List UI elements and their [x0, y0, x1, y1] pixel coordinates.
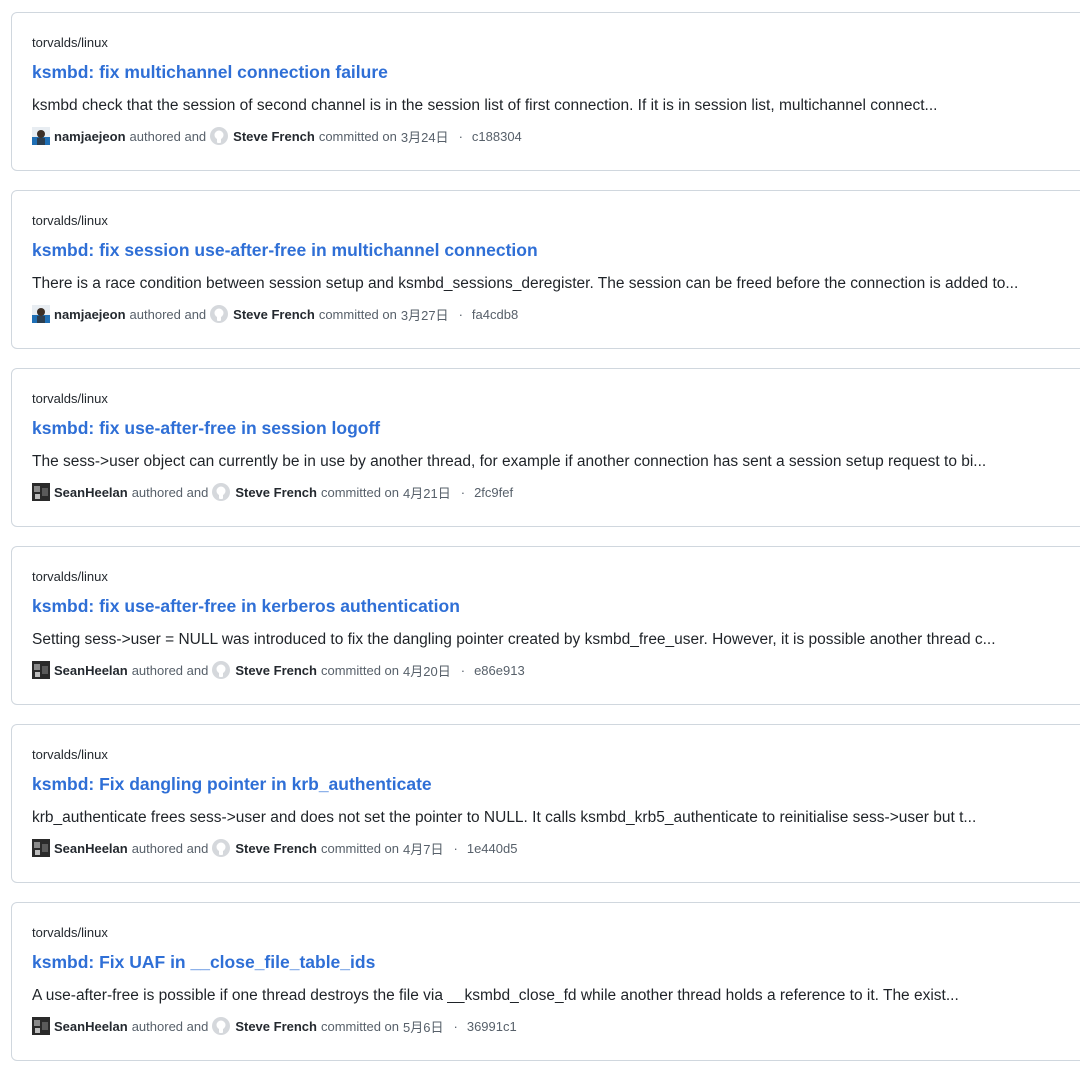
- author-link[interactable]: namjaejeon: [54, 307, 126, 322]
- committed-text: committed on: [318, 128, 397, 144]
- commit-meta: SeanHeelan authored and Steve French com…: [32, 839, 517, 857]
- commit-meta: namjaejeon authored and Steve French com…: [32, 127, 522, 145]
- commit-result-card: torvalds/linux ksmbd: Fix UAF in __close…: [11, 902, 1080, 1061]
- commit-message: krb_authenticate frees sess->user and do…: [32, 809, 977, 826]
- commit-message: ksmbd check that the session of second c…: [32, 97, 938, 114]
- repository-name[interactable]: torvalds/linux: [32, 391, 108, 406]
- separator-dot: ·: [458, 306, 463, 322]
- commit-title-link[interactable]: ksmbd: Fix UAF in __close_file_table_ids: [32, 952, 375, 973]
- commit-meta: SeanHeelan authored and Steve French com…: [32, 483, 513, 501]
- author-avatar-icon[interactable]: [32, 305, 50, 323]
- author-link[interactable]: SeanHeelan: [54, 485, 128, 500]
- commit-date: 3月24日: [400, 129, 449, 145]
- author-avatar-icon[interactable]: [32, 483, 50, 501]
- committer-avatar-icon[interactable]: [210, 127, 229, 145]
- authored-text: authored and: [131, 484, 209, 500]
- commit-result-card: torvalds/linux ksmbd: fix session use-af…: [11, 190, 1080, 349]
- committer-link[interactable]: Steve French: [235, 485, 317, 500]
- commit-meta: namjaejeon authored and Steve French com…: [32, 305, 518, 323]
- commit-title-link[interactable]: ksmbd: fix use-after-free in session log…: [32, 418, 380, 439]
- commit-date: 4月21日: [403, 485, 451, 501]
- repository-name[interactable]: torvalds/linux: [32, 747, 108, 762]
- author-link[interactable]: namjaejeon: [54, 129, 126, 144]
- author-link[interactable]: SeanHeelan: [54, 1019, 128, 1034]
- repository-name[interactable]: torvalds/linux: [32, 213, 108, 228]
- commit-sha-link[interactable]: e86e913: [474, 663, 525, 678]
- committer-avatar-icon[interactable]: [212, 661, 231, 679]
- committer-link[interactable]: Steve French: [235, 1019, 317, 1034]
- committer-link[interactable]: Steve French: [233, 129, 315, 144]
- authored-text: authored and: [129, 306, 207, 322]
- commit-sha-link[interactable]: 1e440d5: [467, 841, 518, 856]
- commit-title-link[interactable]: ksmbd: Fix dangling pointer in krb_authe…: [32, 774, 432, 795]
- commit-date: 4月7日: [403, 841, 444, 857]
- author-avatar-icon[interactable]: [32, 127, 50, 145]
- committed-text: committed on: [318, 306, 397, 322]
- commit-message: There is a race condition between sessio…: [32, 275, 1019, 292]
- commit-date: 3月27日: [400, 307, 449, 323]
- commit-result-card: torvalds/linux ksmbd: fix multichannel c…: [11, 12, 1080, 171]
- commit-search-results: torvalds/linux ksmbd: fix multichannel c…: [0, 0, 1080, 1073]
- committer-link[interactable]: Steve French: [235, 663, 317, 678]
- repository-name[interactable]: torvalds/linux: [32, 35, 108, 50]
- committed-text: committed on: [320, 484, 400, 500]
- commit-title-link[interactable]: ksmbd: fix use-after-free in kerberos au…: [32, 596, 460, 617]
- separator-dot: ·: [458, 128, 463, 144]
- commit-date: 4月20日: [403, 663, 451, 679]
- committed-text: committed on: [320, 662, 400, 678]
- commit-result-card: torvalds/linux ksmbd: fix use-after-free…: [11, 368, 1080, 527]
- commit-title-link[interactable]: ksmbd: fix session use-after-free in mul…: [32, 240, 538, 261]
- separator-dot: ·: [460, 662, 466, 678]
- commit-message: Setting sess->user = NULL was introduced…: [32, 631, 996, 648]
- repository-name[interactable]: torvalds/linux: [32, 925, 108, 940]
- authored-text: authored and: [129, 128, 207, 144]
- authored-text: authored and: [131, 662, 209, 678]
- committed-text: committed on: [320, 840, 400, 856]
- commit-meta: SeanHeelan authored and Steve French com…: [32, 1017, 517, 1035]
- author-avatar-icon[interactable]: [32, 839, 50, 857]
- committer-avatar-icon[interactable]: [212, 1017, 231, 1035]
- commit-sha-link[interactable]: 2fc9fef: [474, 485, 513, 500]
- committer-avatar-icon[interactable]: [212, 839, 231, 857]
- commit-title-link[interactable]: ksmbd: fix multichannel connection failu…: [32, 62, 388, 83]
- separator-dot: ·: [453, 1018, 458, 1034]
- commit-result-card: torvalds/linux ksmbd: Fix dangling point…: [11, 724, 1080, 883]
- commit-message: A use-after-free is possible if one thre…: [32, 987, 959, 1004]
- authored-text: authored and: [131, 840, 209, 856]
- commit-message: The sess->user object can currently be i…: [32, 453, 987, 470]
- separator-dot: ·: [453, 840, 458, 856]
- commit-result-card: torvalds/linux ksmbd: fix use-after-free…: [11, 546, 1080, 705]
- author-avatar-icon[interactable]: [32, 1017, 50, 1035]
- commit-meta: SeanHeelan authored and Steve French com…: [32, 661, 525, 679]
- commit-date: 5月6日: [403, 1019, 444, 1035]
- author-avatar-icon[interactable]: [32, 661, 50, 679]
- committer-link[interactable]: Steve French: [233, 307, 315, 322]
- separator-dot: ·: [460, 484, 466, 500]
- commit-sha-link[interactable]: 36991c1: [467, 1019, 517, 1034]
- author-link[interactable]: SeanHeelan: [54, 663, 128, 678]
- commit-sha-link[interactable]: c188304: [472, 129, 522, 144]
- committer-avatar-icon[interactable]: [212, 483, 231, 501]
- commit-sha-link[interactable]: fa4cdb8: [472, 307, 518, 322]
- committed-text: committed on: [320, 1018, 400, 1034]
- author-link[interactable]: SeanHeelan: [54, 841, 128, 856]
- authored-text: authored and: [131, 1018, 209, 1034]
- repository-name[interactable]: torvalds/linux: [32, 569, 108, 584]
- committer-avatar-icon[interactable]: [210, 305, 229, 323]
- committer-link[interactable]: Steve French: [235, 841, 317, 856]
